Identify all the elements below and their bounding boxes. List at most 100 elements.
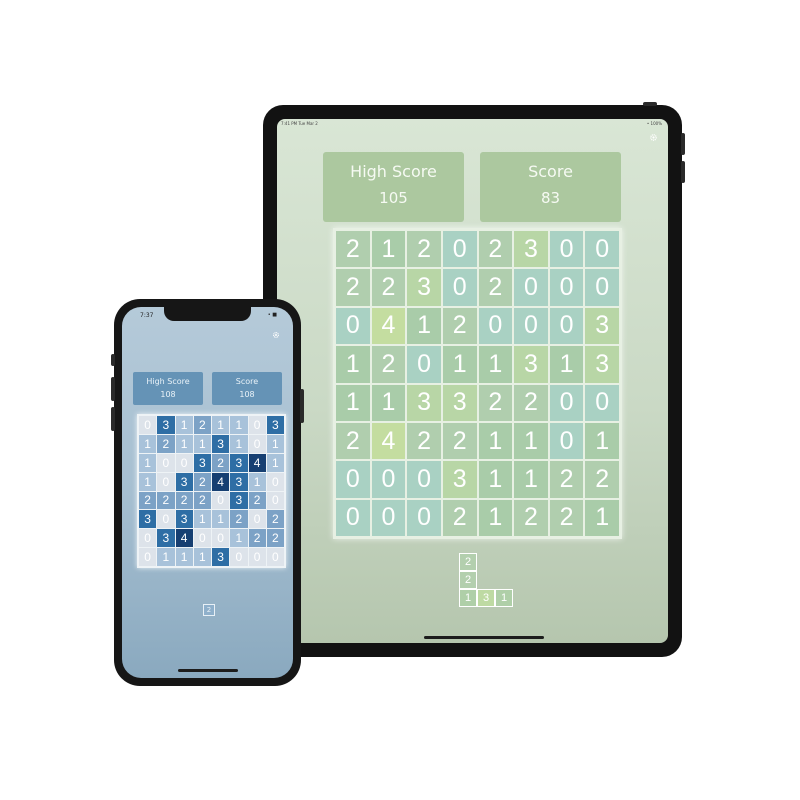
board-cell[interactable]: 2 [248, 529, 266, 548]
board-cell[interactable]: 2 [442, 422, 477, 460]
board-cell[interactable]: 1 [139, 472, 157, 491]
board-cell[interactable]: 0 [248, 510, 266, 529]
board-cell[interactable]: 1 [175, 548, 193, 566]
board-cell[interactable]: 1 [585, 499, 619, 536]
board-cell[interactable]: 0 [139, 416, 157, 434]
gear-icon[interactable] [272, 331, 280, 341]
next-piece-cell[interactable]: 3 [477, 589, 495, 607]
board-cell[interactable]: 2 [193, 472, 211, 491]
board-cell[interactable]: 0 [371, 461, 406, 498]
board-cell[interactable]: 3 [175, 510, 193, 529]
board-cell[interactable]: 3 [407, 384, 441, 421]
board-cell[interactable]: 1 [371, 231, 406, 268]
board-cell[interactable]: 0 [407, 346, 441, 383]
board-cell[interactable]: 0 [157, 453, 175, 472]
home-indicator[interactable] [178, 669, 238, 672]
board-cell[interactable]: 0 [336, 461, 370, 498]
board-cell[interactable]: 1 [139, 434, 157, 453]
board-cell[interactable]: 1 [212, 416, 230, 434]
board-cell[interactable]: 3 [585, 346, 619, 383]
board-cell[interactable]: 3 [157, 529, 175, 548]
board-cell[interactable]: 0 [514, 269, 548, 306]
board-cell[interactable]: 1 [139, 453, 157, 472]
board-cell[interactable]: 2 [549, 461, 584, 498]
board-cell[interactable]: 3 [212, 548, 230, 566]
board-cell[interactable]: 1 [266, 453, 284, 472]
board-cell[interactable]: 1 [514, 422, 548, 460]
board-cell[interactable]: 0 [175, 453, 193, 472]
board-cell[interactable]: 0 [549, 384, 584, 421]
board-cell[interactable]: 0 [139, 529, 157, 548]
board-cell[interactable]: 1 [193, 510, 211, 529]
board-cell[interactable]: 0 [442, 269, 477, 306]
board-cell[interactable]: 0 [549, 269, 584, 306]
board-cell[interactable]: 0 [371, 499, 406, 536]
board-cell[interactable]: 1 [230, 416, 248, 434]
board-cell[interactable]: 1 [407, 307, 441, 345]
board-cell[interactable]: 0 [157, 472, 175, 491]
next-piece-cell[interactable]: 1 [459, 589, 477, 607]
board-cell[interactable]: 0 [266, 491, 284, 510]
board-cell[interactable]: 0 [139, 548, 157, 566]
board-cell[interactable]: 0 [336, 307, 370, 345]
board-cell[interactable]: 1 [175, 416, 193, 434]
board-cell[interactable]: 2 [478, 384, 513, 421]
board-cell[interactable]: 2 [407, 422, 441, 460]
board-cell[interactable]: 3 [193, 453, 211, 472]
board-cell[interactable]: 1 [478, 499, 513, 536]
board-cell[interactable]: 1 [478, 461, 513, 498]
board-cell[interactable]: 1 [442, 346, 477, 383]
board-cell[interactable]: 2 [193, 491, 211, 510]
board-cell[interactable]: 3 [442, 384, 477, 421]
board-cell[interactable]: 1 [248, 472, 266, 491]
board-cell[interactable]: 1 [585, 422, 619, 460]
board-cell[interactable]: 0 [407, 461, 441, 498]
board-cell[interactable]: 2 [193, 416, 211, 434]
board-cell[interactable]: 0 [266, 472, 284, 491]
board-cell[interactable]: 0 [212, 491, 230, 510]
board-cell[interactable]: 0 [230, 548, 248, 566]
board-cell[interactable]: 2 [336, 231, 370, 268]
board-cell[interactable]: 0 [514, 307, 548, 345]
board-cell[interactable]: 2 [442, 307, 477, 345]
board-cell[interactable]: 1 [371, 384, 406, 421]
board-cell[interactable]: 3 [514, 346, 548, 383]
board-cell[interactable]: 3 [407, 269, 441, 306]
board-cell[interactable]: 0 [478, 307, 513, 345]
board-cell[interactable]: 2 [371, 346, 406, 383]
board-cell[interactable]: 2 [336, 269, 370, 306]
board-cell[interactable]: 3 [230, 491, 248, 510]
board-cell[interactable]: 0 [585, 231, 619, 268]
board-cell[interactable]: 0 [248, 548, 266, 566]
board-cell[interactable]: 1 [212, 510, 230, 529]
board-cell[interactable]: 2 [175, 491, 193, 510]
board-cell[interactable]: 3 [514, 231, 548, 268]
next-piece[interactable]: 2 2 1 3 1 [459, 553, 523, 611]
board-cell[interactable]: 4 [212, 472, 230, 491]
board-cell[interactable]: 2 [266, 529, 284, 548]
next-piece-cell[interactable]: 1 [495, 589, 513, 607]
board-cell[interactable]: 0 [248, 434, 266, 453]
board-cell[interactable]: 2 [230, 510, 248, 529]
board-cell[interactable]: 0 [157, 510, 175, 529]
board-cell[interactable]: 1 [193, 434, 211, 453]
board-cell[interactable]: 0 [266, 548, 284, 566]
board-cell[interactable]: 1 [266, 434, 284, 453]
board-cell[interactable]: 3 [157, 416, 175, 434]
board-cell[interactable]: 0 [212, 529, 230, 548]
board-cell[interactable]: 4 [248, 453, 266, 472]
board-cell[interactable]: 1 [514, 461, 548, 498]
board-cell[interactable]: 2 [336, 422, 370, 460]
board-cell[interactable]: 2 [478, 231, 513, 268]
board-cell[interactable]: 0 [585, 269, 619, 306]
board-cell[interactable]: 2 [514, 384, 548, 421]
board-cell[interactable]: 0 [549, 307, 584, 345]
board-cell[interactable]: 2 [514, 499, 548, 536]
board-cell[interactable]: 2 [266, 510, 284, 529]
board-cell[interactable]: 4 [175, 529, 193, 548]
board-cell[interactable]: 1 [478, 422, 513, 460]
board-cell[interactable]: 2 [407, 231, 441, 268]
board-cell[interactable]: 0 [585, 384, 619, 421]
board-cell[interactable]: 4 [371, 422, 406, 460]
board-cell[interactable]: 1 [193, 548, 211, 566]
